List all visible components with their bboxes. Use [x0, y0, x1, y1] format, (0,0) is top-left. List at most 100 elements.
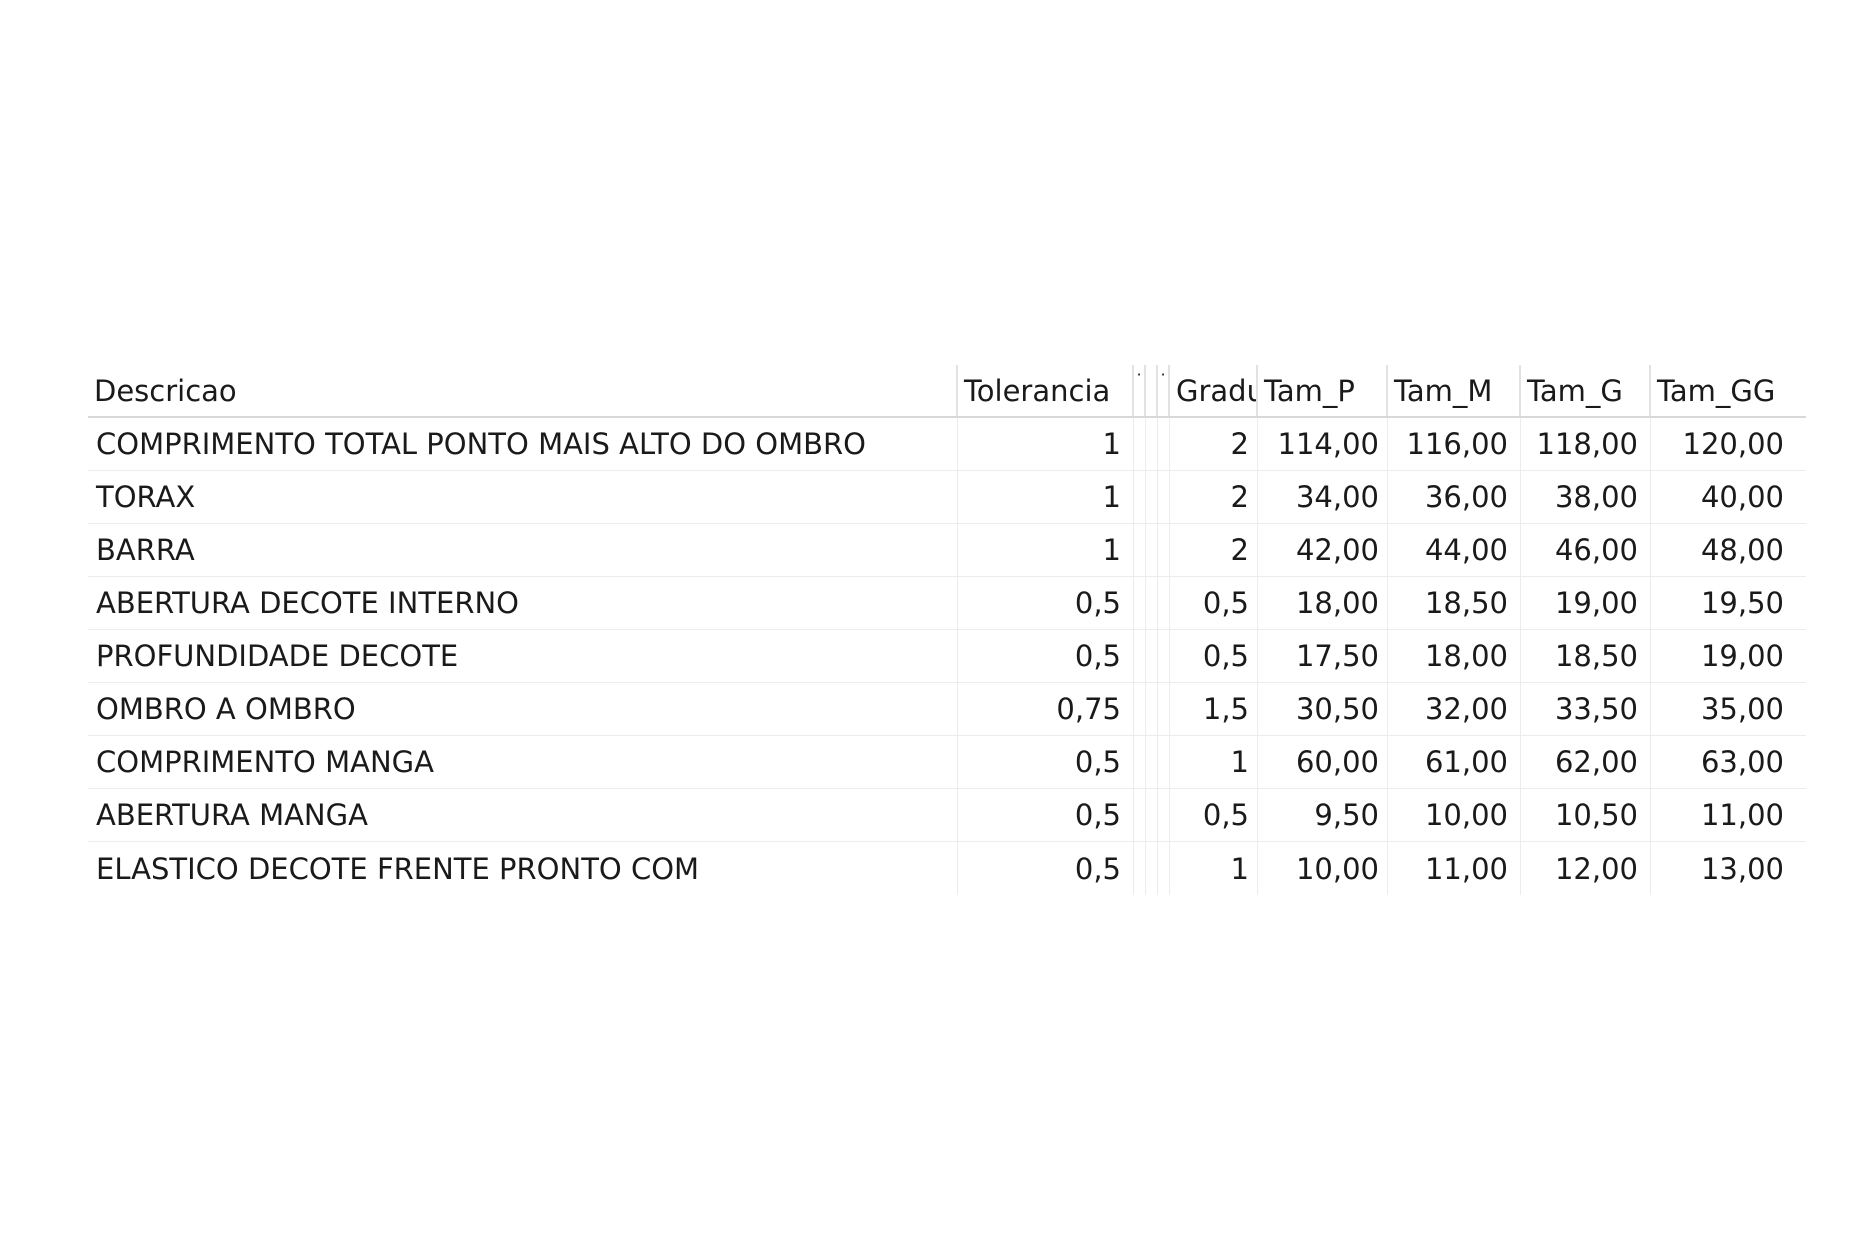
column-header-gradu[interactable]: Gradu	[1170, 365, 1258, 416]
cell-tam-gg[interactable]: 11,00	[1651, 789, 1792, 841]
table-row[interactable]: TORAX 1 2 34,00 36,00 38,00 40,00	[88, 471, 1806, 524]
cell-collapsed-3	[1158, 789, 1170, 841]
cell-gradu[interactable]: 1	[1170, 736, 1258, 788]
column-header-tam-p[interactable]: Tam_P	[1258, 365, 1388, 416]
cell-descricao[interactable]: ABERTURA DECOTE INTERNO	[88, 577, 958, 629]
cell-tam-gg[interactable]: 19,00	[1651, 630, 1792, 682]
cell-tam-g[interactable]: 46,00	[1521, 524, 1651, 576]
cell-tam-g[interactable]: 33,50	[1521, 683, 1651, 735]
column-header-tam-m[interactable]: Tam_M	[1388, 365, 1521, 416]
cell-descricao[interactable]: TORAX	[88, 471, 958, 523]
cell-tolerancia[interactable]: 0,5	[958, 577, 1134, 629]
cell-descricao[interactable]: OMBRO A OMBRO	[88, 683, 958, 735]
cell-tam-m[interactable]: 44,00	[1388, 524, 1521, 576]
cell-collapsed-1	[1134, 577, 1146, 629]
cell-collapsed-3	[1158, 842, 1170, 895]
cell-tam-p[interactable]: 9,50	[1258, 789, 1388, 841]
cell-collapsed-3	[1158, 736, 1170, 788]
table-row[interactable]: ABERTURA MANGA 0,5 0,5 9,50 10,00 10,50 …	[88, 789, 1806, 842]
cell-tam-m[interactable]: 116,00	[1388, 418, 1521, 470]
cell-tam-g[interactable]: 38,00	[1521, 471, 1651, 523]
cell-collapsed-1	[1134, 683, 1146, 735]
table-row[interactable]: COMPRIMENTO TOTAL PONTO MAIS ALTO DO OMB…	[88, 418, 1806, 471]
table-row[interactable]: PROFUNDIDADE DECOTE 0,5 0,5 17,50 18,00 …	[88, 630, 1806, 683]
column-header-tam-gg[interactable]: Tam_GG	[1651, 365, 1792, 416]
cell-tam-m[interactable]: 18,50	[1388, 577, 1521, 629]
cell-gradu[interactable]: 2	[1170, 524, 1258, 576]
column-header-descricao[interactable]: Descricao	[88, 365, 958, 416]
cell-descricao[interactable]: COMPRIMENTO TOTAL PONTO MAIS ALTO DO OMB…	[88, 418, 958, 470]
cell-tam-gg[interactable]: 35,00	[1651, 683, 1792, 735]
cell-tolerancia[interactable]: 0,5	[958, 630, 1134, 682]
cell-tam-g[interactable]: 12,00	[1521, 842, 1651, 895]
cell-descricao[interactable]: PROFUNDIDADE DECOTE	[88, 630, 958, 682]
cell-descricao[interactable]: ELASTICO DECOTE FRENTE PRONTO COM	[88, 842, 958, 895]
cell-tolerancia[interactable]: 0,75	[958, 683, 1134, 735]
cell-tolerancia[interactable]: 0,5	[958, 736, 1134, 788]
cell-tam-p[interactable]: 30,50	[1258, 683, 1388, 735]
cell-tolerancia[interactable]: 1	[958, 418, 1134, 470]
cell-tam-gg[interactable]: 48,00	[1651, 524, 1792, 576]
column-header-tam-g[interactable]: Tam_G	[1521, 365, 1651, 416]
column-header-collapsed-2[interactable]	[1146, 365, 1158, 416]
cell-tolerancia[interactable]: 1	[958, 524, 1134, 576]
cell-tam-gg[interactable]: 13,00	[1651, 842, 1792, 895]
cell-gradu[interactable]: 0,5	[1170, 577, 1258, 629]
cell-collapsed-1	[1134, 418, 1146, 470]
cell-tam-m[interactable]: 61,00	[1388, 736, 1521, 788]
cell-tam-m[interactable]: 10,00	[1388, 789, 1521, 841]
table-row[interactable]: OMBRO A OMBRO 0,75 1,5 30,50 32,00 33,50…	[88, 683, 1806, 736]
column-header-tolerancia[interactable]: Tolerancia	[958, 365, 1134, 416]
cell-tam-m[interactable]: 32,00	[1388, 683, 1521, 735]
cell-gradu[interactable]: 0,5	[1170, 630, 1258, 682]
cell-collapsed-2	[1146, 842, 1158, 895]
cell-collapsed-1	[1134, 842, 1146, 895]
cell-collapsed-2	[1146, 630, 1158, 682]
cell-collapsed-1	[1134, 630, 1146, 682]
cell-tam-gg[interactable]: 63,00	[1651, 736, 1792, 788]
cell-tam-g[interactable]: 118,00	[1521, 418, 1651, 470]
cell-tam-g[interactable]: 10,50	[1521, 789, 1651, 841]
cell-gradu[interactable]: 1	[1170, 842, 1258, 895]
cell-tam-gg[interactable]: 120,00	[1651, 418, 1792, 470]
cell-gradu[interactable]: 2	[1170, 471, 1258, 523]
cell-tam-m[interactable]: 18,00	[1388, 630, 1521, 682]
cell-tam-m[interactable]: 11,00	[1388, 842, 1521, 895]
cell-tolerancia[interactable]: 0,5	[958, 789, 1134, 841]
cell-collapsed-2	[1146, 524, 1158, 576]
cell-collapsed-2	[1146, 577, 1158, 629]
table-row[interactable]: BARRA 1 2 42,00 44,00 46,00 48,00	[88, 524, 1806, 577]
cell-gradu[interactable]: 1,5	[1170, 683, 1258, 735]
column-header-collapsed-3[interactable]: ·	[1158, 365, 1170, 416]
table-row[interactable]: ABERTURA DECOTE INTERNO 0,5 0,5 18,00 18…	[88, 577, 1806, 630]
cell-descricao[interactable]: ABERTURA MANGA	[88, 789, 958, 841]
cell-descricao[interactable]: COMPRIMENTO MANGA	[88, 736, 958, 788]
cell-tolerancia[interactable]: 1	[958, 471, 1134, 523]
cell-tam-g[interactable]: 62,00	[1521, 736, 1651, 788]
cell-descricao[interactable]: BARRA	[88, 524, 958, 576]
table-row[interactable]: ELASTICO DECOTE FRENTE PRONTO COM 0,5 1 …	[88, 842, 1806, 895]
cell-tam-p[interactable]: 17,50	[1258, 630, 1388, 682]
cell-collapsed-1	[1134, 736, 1146, 788]
cell-tolerancia[interactable]: 0,5	[958, 842, 1134, 895]
cell-tam-g[interactable]: 18,50	[1521, 630, 1651, 682]
cell-tam-p[interactable]: 34,00	[1258, 471, 1388, 523]
cell-tam-m[interactable]: 36,00	[1388, 471, 1521, 523]
cell-collapsed-2	[1146, 789, 1158, 841]
table-row[interactable]: COMPRIMENTO MANGA 0,5 1 60,00 61,00 62,0…	[88, 736, 1806, 789]
cell-tam-p[interactable]: 18,00	[1258, 577, 1388, 629]
cell-tam-g[interactable]: 19,00	[1521, 577, 1651, 629]
cell-gradu[interactable]: 0,5	[1170, 789, 1258, 841]
cell-gradu[interactable]: 2	[1170, 418, 1258, 470]
cell-tam-p[interactable]: 10,00	[1258, 842, 1388, 895]
cell-collapsed-3	[1158, 524, 1170, 576]
cell-collapsed-1	[1134, 471, 1146, 523]
cell-tam-p[interactable]: 114,00	[1258, 418, 1388, 470]
cell-tam-gg[interactable]: 40,00	[1651, 471, 1792, 523]
column-header-collapsed-1[interactable]: ·	[1134, 365, 1146, 416]
cell-tam-p[interactable]: 60,00	[1258, 736, 1388, 788]
cell-tam-gg[interactable]: 19,50	[1651, 577, 1792, 629]
cell-collapsed-3	[1158, 683, 1170, 735]
cell-collapsed-1	[1134, 789, 1146, 841]
cell-tam-p[interactable]: 42,00	[1258, 524, 1388, 576]
